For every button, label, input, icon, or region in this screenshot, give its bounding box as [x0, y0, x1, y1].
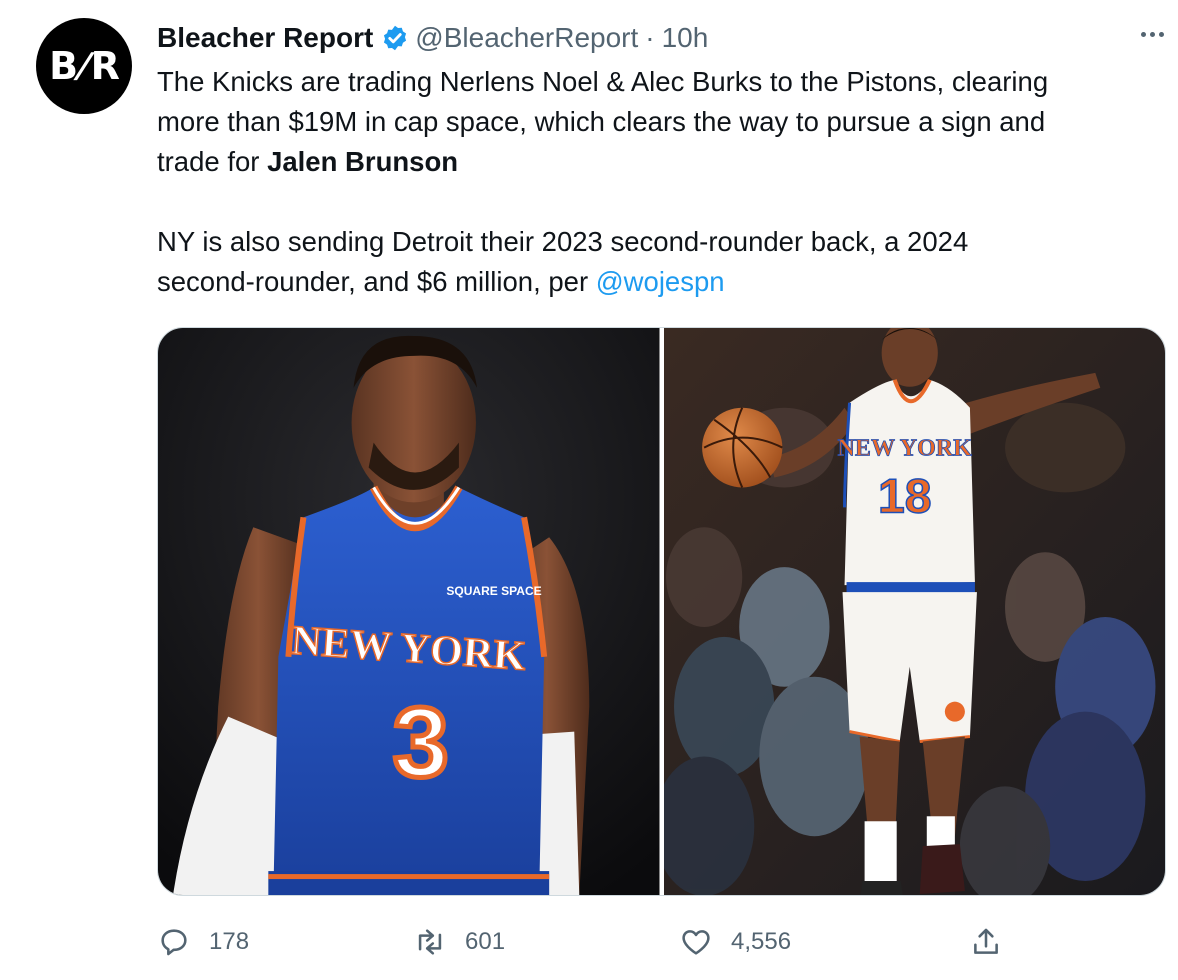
tweet-line: The Knicks are trading Nerlens Noel & Al… — [157, 66, 1049, 97]
tweet-actions: 178 601 4,556 — [157, 920, 1017, 964]
share-icon — [974, 928, 998, 954]
more-icon[interactable] — [1141, 32, 1164, 37]
retweet-icon — [418, 929, 442, 955]
tweet-text-prefix: second-rounder, and $6 million, per — [157, 266, 596, 297]
separator-dot: · — [645, 22, 655, 53]
bold-name: Jalen Brunson — [267, 146, 459, 177]
player-white-jersey-image: NEW YORK 18 — [663, 328, 1165, 895]
avatar[interactable]: B / R — [36, 18, 132, 114]
mention-link[interactable]: @wojespn — [596, 266, 725, 297]
tweet-line: more than $19M in cap space, which clear… — [157, 106, 1046, 137]
like-count: 4,556 — [731, 928, 792, 955]
verified-badge-icon — [384, 25, 407, 51]
tweet-line: second-rounder, and $6 million, per @woj… — [157, 262, 1157, 302]
photo-right[interactable]: NEW YORK 18 — [663, 328, 1165, 895]
reply-count: 178 — [209, 928, 250, 955]
display-name[interactable]: Bleacher Report — [157, 22, 373, 54]
reply-button[interactable]: 178 — [157, 920, 249, 964]
tweet-text: The Knicks are trading Nerlens Noel & Al… — [157, 62, 1157, 302]
retweet-button[interactable]: 601 — [413, 920, 505, 964]
like-button[interactable]: 4,556 — [679, 920, 791, 964]
jersey-sponsor: SQUARE SPACE — [446, 584, 541, 598]
tweet-text-prefix: trade for — [157, 146, 268, 177]
photo-left[interactable]: NEW YORK 3 SQUARE SPACE — [158, 328, 660, 895]
avatar-letter-r: R — [90, 44, 120, 88]
reply-icon — [161, 929, 187, 956]
tweet-line: trade for Jalen Brunson — [157, 142, 1157, 182]
share-button[interactable] — [969, 920, 1003, 964]
media-grid[interactable]: NEW YORK 3 SQUARE SPACE NEW YORK 18 — [157, 327, 1166, 896]
jersey-text-right: NEW YORK — [837, 436, 972, 462]
tweet-card[interactable]: B / R Bleacher Report @BleacherReport · 10… — [0, 0, 1178, 980]
tweet-header: Bleacher Report @BleacherReport · 10h — [157, 20, 708, 56]
timestamp[interactable]: 10h — [662, 22, 709, 54]
heart-icon — [682, 930, 710, 955]
retweet-count: 601 — [465, 928, 506, 955]
player-blue-jersey-image: NEW YORK 3 SQUARE SPACE — [158, 328, 660, 895]
tweet-line: NY is also sending Detroit their 2023 se… — [157, 226, 969, 257]
jersey-number-right: 18 — [877, 470, 931, 523]
handle[interactable]: @BleacherReport — [415, 22, 638, 54]
jersey-number-left: 3 — [393, 687, 449, 799]
